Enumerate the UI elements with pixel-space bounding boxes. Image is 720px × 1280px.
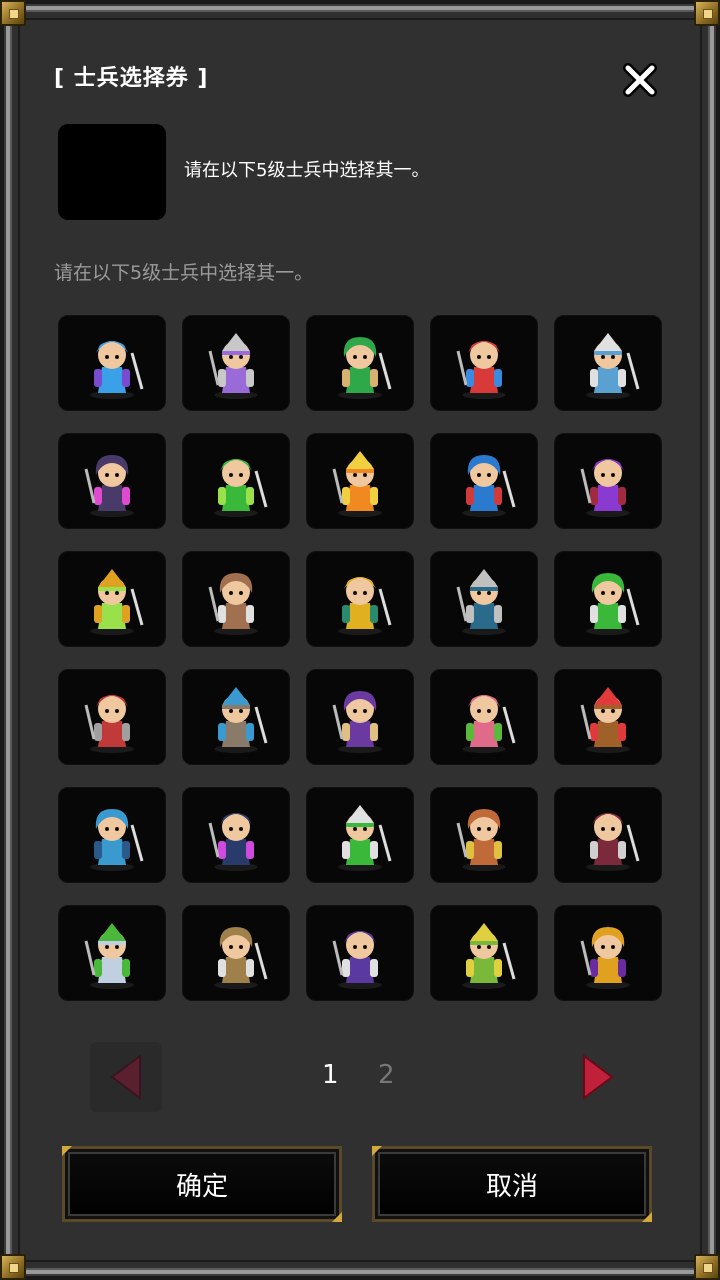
confirm-button[interactable]: 确定: [62, 1146, 342, 1222]
soldier-portrait-icon: [84, 923, 134, 989]
soldier-portrait-icon: [580, 927, 630, 989]
corner-ornament-bottom-left: [0, 1254, 26, 1280]
close-icon: [623, 63, 657, 97]
soldier-portrait-icon: [456, 809, 506, 871]
cancel-button[interactable]: 取消: [372, 1146, 652, 1222]
soldier-option-21[interactable]: [58, 787, 166, 883]
soldier-portrait-icon: [462, 923, 516, 989]
selection-hint: 请在以下5级士兵中选择其一。: [54, 262, 314, 284]
soldier-grid: [58, 315, 664, 1001]
page-2[interactable]: 2: [378, 1060, 395, 1090]
corner-ornament-bottom-right: [694, 1254, 720, 1280]
page-1[interactable]: 1: [322, 1060, 339, 1090]
soldier-option-4[interactable]: [430, 315, 538, 411]
soldier-portrait-icon: [586, 813, 640, 871]
soldier-portrait-icon: [332, 451, 382, 517]
prev-page-button[interactable]: [90, 1042, 162, 1112]
soldier-option-1[interactable]: [58, 315, 166, 411]
soldier-portrait-icon: [586, 333, 640, 399]
soldier-portrait-icon: [332, 931, 382, 989]
close-button[interactable]: [620, 60, 660, 100]
soldier-portrait-icon: [84, 695, 134, 753]
soldier-portrait-icon: [456, 569, 506, 635]
corner-ornament-top-left: [0, 0, 26, 26]
soldier-option-24[interactable]: [430, 787, 538, 883]
soldier-option-20[interactable]: [554, 669, 662, 765]
soldier-portrait-icon: [208, 813, 258, 871]
soldier-option-27[interactable]: [182, 905, 290, 1001]
soldier-option-14[interactable]: [430, 551, 538, 647]
soldier-option-23[interactable]: [306, 787, 414, 883]
soldier-option-18[interactable]: [306, 669, 414, 765]
soldier-option-6[interactable]: [58, 433, 166, 529]
triangle-left-icon: [110, 1054, 141, 1100]
soldier-option-9[interactable]: [430, 433, 538, 529]
soldier-option-13[interactable]: [306, 551, 414, 647]
soldier-portrait-icon: [580, 459, 630, 517]
soldier-option-25[interactable]: [554, 787, 662, 883]
soldier-portrait-icon: [214, 459, 268, 517]
soldier-option-11[interactable]: [58, 551, 166, 647]
soldier-option-30[interactable]: [554, 905, 662, 1001]
soldier-portrait-icon: [456, 341, 506, 399]
soldier-portrait-icon: [338, 337, 392, 399]
soldier-portrait-icon: [90, 341, 144, 399]
soldier-option-26[interactable]: [58, 905, 166, 1001]
soldier-portrait-icon: [338, 805, 392, 871]
next-page-button[interactable]: [562, 1042, 634, 1112]
soldier-portrait-icon: [90, 809, 144, 871]
soldier-option-5[interactable]: [554, 315, 662, 411]
soldier-option-17[interactable]: [182, 669, 290, 765]
soldier-portrait-icon: [462, 455, 516, 517]
soldier-portrait-icon: [332, 691, 382, 753]
soldier-option-19[interactable]: [430, 669, 538, 765]
soldier-portrait-icon: [84, 455, 134, 517]
soldier-option-2[interactable]: [182, 315, 290, 411]
soldier-portrait-icon: [586, 573, 640, 635]
soldier-portrait-icon: [580, 687, 630, 753]
soldier-option-10[interactable]: [554, 433, 662, 529]
triangle-right-icon: [583, 1054, 614, 1100]
soldier-portrait-icon: [208, 333, 258, 399]
soldier-option-29[interactable]: [430, 905, 538, 1001]
soldier-option-22[interactable]: [182, 787, 290, 883]
soldier-option-8[interactable]: [306, 433, 414, 529]
soldier-option-28[interactable]: [306, 905, 414, 1001]
soldier-portrait-icon: [90, 569, 144, 635]
soldier-option-3[interactable]: [306, 315, 414, 411]
soldier-portrait-icon: [214, 687, 268, 753]
soldier-portrait-icon: [208, 573, 258, 635]
dialog-title: [ 士兵选择券 ]: [54, 66, 209, 91]
soldier-portrait-icon: [338, 577, 392, 635]
corner-ornament-top-right: [694, 0, 720, 26]
soldier-option-7[interactable]: [182, 433, 290, 529]
item-description: 请在以下5级士兵中选择其一。: [184, 160, 430, 181]
soldier-option-16[interactable]: [58, 669, 166, 765]
soldier-portrait-icon: [214, 927, 268, 989]
ticket-item-icon: [58, 124, 166, 220]
soldier-option-12[interactable]: [182, 551, 290, 647]
soldier-option-15[interactable]: [554, 551, 662, 647]
soldier-portrait-icon: [462, 695, 516, 753]
